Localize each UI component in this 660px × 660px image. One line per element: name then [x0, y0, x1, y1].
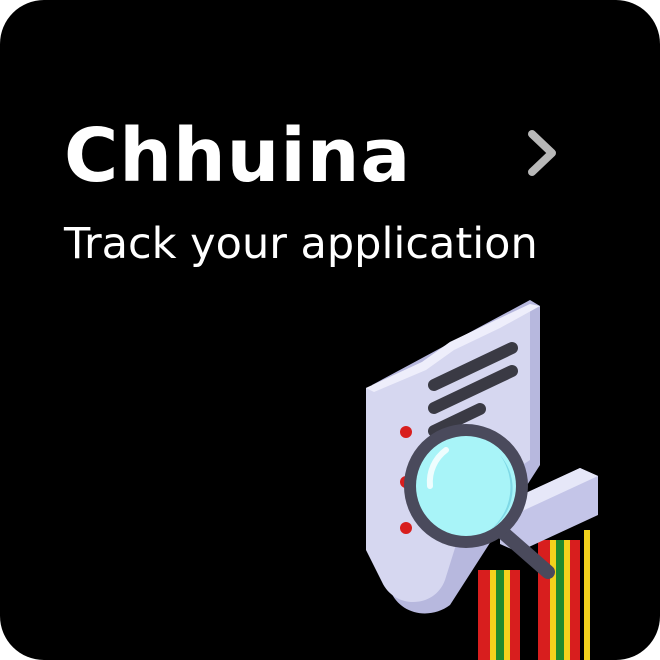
cables-graphic — [478, 530, 590, 660]
card-title: Chhuina — [64, 113, 412, 199]
card-subtitle: Track your application — [64, 219, 538, 269]
chevron-right-icon[interactable] — [522, 128, 566, 178]
document-search-illustration — [366, 300, 598, 660]
application-tracker-card[interactable]: Chhuina Track your application — [0, 0, 660, 660]
